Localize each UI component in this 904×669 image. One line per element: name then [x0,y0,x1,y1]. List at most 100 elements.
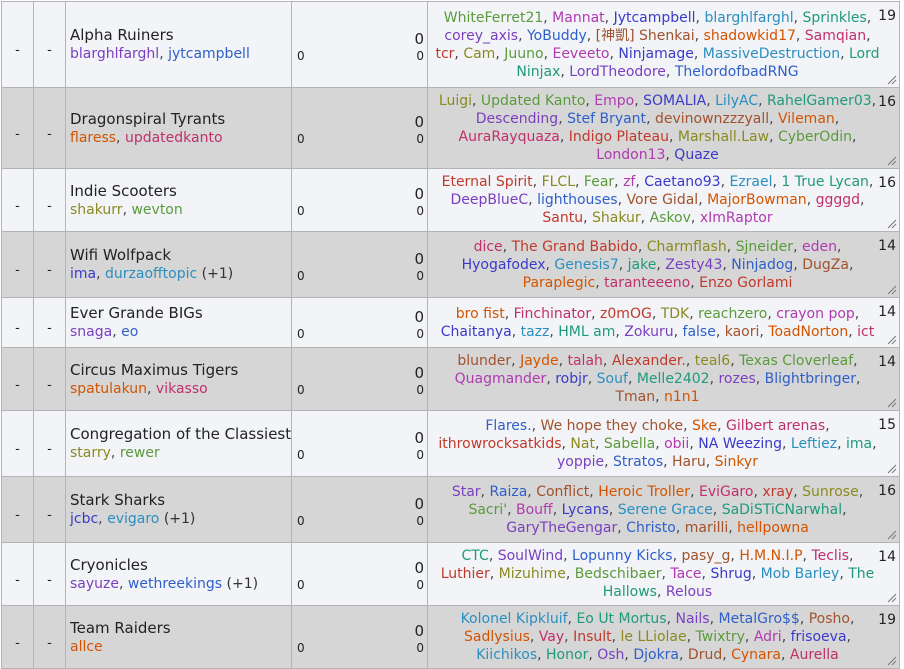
player-link[interactable]: London13 [596,147,665,163]
player-link[interactable]: Chaitanya [441,324,512,340]
player-link[interactable]: Indigo Plateau [569,129,669,145]
player-link[interactable]: Zokuru [624,324,673,340]
player-link[interactable]: FLCL [542,174,575,190]
player-link[interactable]: TDK [661,306,690,322]
player-link[interactable]: jake [628,257,657,273]
player-link[interactable]: Ninjamage [618,46,693,62]
captain-link[interactable]: vikasso [156,381,208,397]
player-link[interactable]: Alexander. [612,353,686,369]
player-link[interactable]: Stratos [613,454,663,470]
captain-link[interactable]: jytcampbell [168,46,250,62]
player-link[interactable]: Sunrose [802,484,859,500]
player-link[interactable]: Texas Cloverleaf [739,353,853,369]
player-link[interactable]: ima [846,436,872,452]
player-link[interactable]: eden [802,239,837,255]
player-link[interactable]: Ske [692,418,717,434]
player-link[interactable]: blarghlfarghl [704,10,793,26]
captain-link[interactable]: starry [70,445,111,461]
player-link[interactable]: Melle2402 [637,371,710,387]
player-link[interactable]: Shrug [710,566,751,582]
player-link[interactable]: ThelordofbadRNG [675,64,799,80]
player-link[interactable]: shadowkid17 [704,28,796,44]
player-link[interactable]: ggggd [816,192,860,208]
player-link[interactable]: Shakur [592,210,641,226]
player-link[interactable]: Gilbert arenas [726,418,825,434]
player-link[interactable]: Eeveeto [552,46,609,62]
player-link[interactable]: Cam [463,46,495,62]
player-link[interactable]: xImRaptor [700,210,773,226]
player-link[interactable]: kaori [725,324,760,340]
player-link[interactable]: Fear [584,174,614,190]
player-link[interactable]: Nat [570,436,595,452]
player-link[interactable]: n1n1 [664,389,700,405]
captain-link[interactable]: wethreekings [128,576,222,592]
player-link[interactable]: Aurella [790,647,839,663]
resize-grip-icon[interactable] [887,398,897,408]
player-link[interactable]: SaDiSTiCNarwhal [722,502,842,518]
player-link[interactable]: ithrowrocksatkids [438,436,561,452]
player-link[interactable]: Sacri' [468,502,507,518]
player-link[interactable]: Marshall.Law [678,129,769,145]
player-link[interactable]: NA Weezing [698,436,782,452]
captain-link[interactable]: rewer [120,445,160,461]
player-link[interactable]: Quaze [674,147,718,163]
resize-grip-icon[interactable] [887,75,897,85]
player-link[interactable]: Mob Barley [761,566,840,582]
player-link[interactable]: Tace [670,566,701,582]
player-link[interactable]: Eternal Spirit [442,174,533,190]
player-link[interactable]: Tman [615,389,655,405]
player-link[interactable]: false [683,324,716,340]
captain-link[interactable]: durzaofftopic [105,266,197,282]
player-link[interactable]: Juuno [504,46,543,62]
player-link[interactable]: Empo [594,93,634,109]
player-link[interactable]: Bouff [516,502,553,518]
player-link[interactable]: taranteeeno [604,275,690,291]
player-link[interactable]: robjr [555,371,588,387]
player-link[interactable]: Descending [476,111,558,127]
player-link[interactable]: Samqian [805,28,866,44]
player-link[interactable]: Luthier [441,566,490,582]
resize-grip-icon[interactable] [887,156,897,166]
player-link[interactable]: Ezrael [729,174,772,190]
player-link[interactable]: tcr [435,46,454,62]
player-link[interactable]: RahelGamer03 [767,93,872,109]
player-link[interactable]: Raiza [489,484,527,500]
player-link[interactable]: Souf [597,371,628,387]
resize-grip-icon[interactable] [887,464,897,474]
player-link[interactable]: Jytcampbell [614,10,696,26]
player-link[interactable]: Mizuhime [499,566,566,582]
player-link[interactable]: rozes [718,371,755,387]
player-link[interactable]: HML am [558,324,615,340]
player-link[interactable]: Adri [754,629,782,645]
player-link[interactable]: CyberOdin [778,129,852,145]
player-link[interactable]: The Grand Babido [512,239,638,255]
player-link[interactable]: We hope they choke [541,418,684,434]
player-link[interactable]: Quagmander [455,371,547,387]
player-link[interactable]: Blightbringer [765,371,856,387]
player-link[interactable]: [神凱] Shenkai [596,28,695,44]
player-link[interactable]: H.M.N.I.P [739,548,802,564]
player-link[interactable]: EviGaro [699,484,753,500]
player-link[interactable]: Updated Kanto [481,93,585,109]
player-link[interactable]: devinownzzzyall [655,111,769,127]
player-link[interactable]: hellpowna [737,520,809,536]
player-link[interactable]: crayon pop [776,306,855,322]
player-link[interactable]: lighthouses [537,192,618,208]
player-link[interactable]: MassiveDestruction [703,46,840,62]
player-link[interactable]: Sinkyr [715,454,758,470]
player-link[interactable]: Haru [672,454,706,470]
player-link[interactable]: Mannat [552,10,604,26]
player-link[interactable]: LordTheodore [569,64,666,80]
player-link[interactable]: SoulWind [498,548,563,564]
player-link[interactable]: 1 True Lycan [781,174,869,190]
player-link[interactable]: WhiteFerret21 [444,10,543,26]
player-link[interactable]: Sjneider [736,239,793,255]
player-link[interactable]: Eo Ut Mortus [576,611,666,627]
captain-link[interactable]: spatulakun [70,381,147,397]
player-link[interactable]: Caetano93 [644,174,720,190]
player-link[interactable]: z0mOG [600,306,652,322]
captain-link[interactable]: wevton [131,202,182,218]
player-link[interactable]: DugZa [802,257,849,273]
player-link[interactable]: Vore Gidal [627,192,699,208]
player-link[interactable]: Djokra [633,647,679,663]
